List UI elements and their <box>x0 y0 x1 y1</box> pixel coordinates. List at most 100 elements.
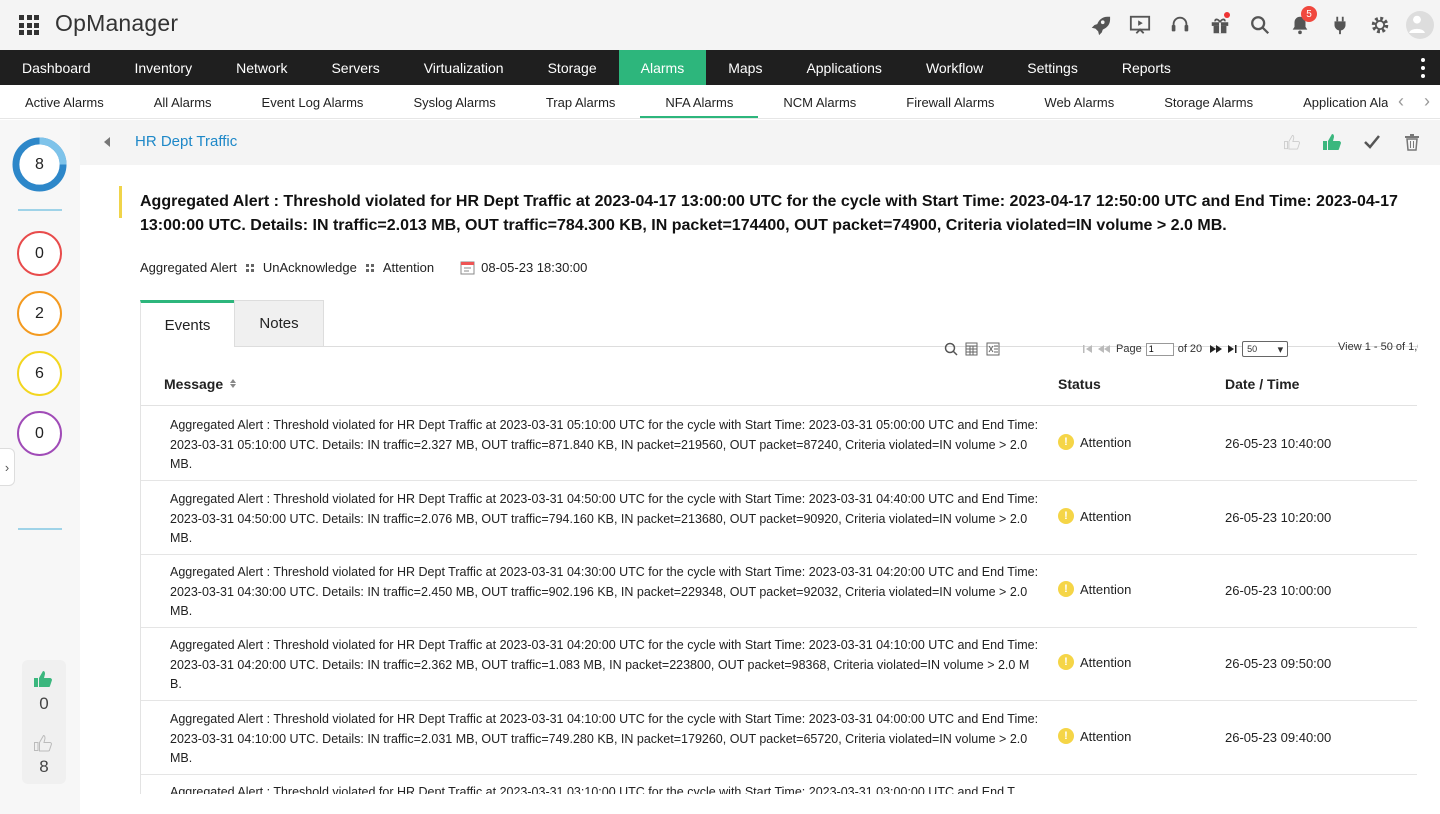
avatar-icon <box>1406 11 1434 39</box>
apps-grid-icon[interactable] <box>19 15 39 35</box>
gift-notification-dot <box>1224 12 1230 18</box>
subnav-ncm-alarms[interactable]: NCM Alarms <box>758 85 881 118</box>
service-down-count[interactable]: 0 <box>17 411 62 456</box>
rocket-icon[interactable] <box>1080 0 1120 50</box>
page-title[interactable]: HR Dept Traffic <box>135 133 237 150</box>
warning-icon: ! <box>1058 728 1074 744</box>
nav-applications[interactable]: Applications <box>784 50 904 85</box>
nav-inventory[interactable]: Inventory <box>113 50 215 85</box>
checkmark-acknowledge-icon[interactable] <box>1352 130 1392 154</box>
table-header: Message Status Date / Time <box>141 366 1417 406</box>
sidebar-divider <box>18 209 62 211</box>
subnav-event-log-alarms[interactable]: Event Log Alarms <box>237 85 389 118</box>
next-page-icon[interactable] <box>1208 341 1224 357</box>
column-chooser-icon[interactable] <box>961 341 982 357</box>
headset-icon[interactable] <box>1160 0 1200 50</box>
nav-settings[interactable]: Settings <box>1005 50 1100 85</box>
table-row[interactable]: Aggregated Alert : Threshold violated fo… <box>141 407 1417 481</box>
subnav-all-alarms[interactable]: All Alarms <box>129 85 237 118</box>
event-message: Aggregated Alert : Threshold violated fo… <box>170 785 1015 794</box>
warning-icon: ! <box>1058 581 1074 597</box>
top-header: OpManager 5 <box>0 0 1440 50</box>
column-header-datetime[interactable]: Date / Time <box>1225 376 1299 392</box>
more-menu-icon[interactable] <box>1420 58 1426 78</box>
trouble-count[interactable]: 2 <box>17 291 62 336</box>
subnav-storage-alarms[interactable]: Storage Alarms <box>1139 85 1278 118</box>
severity-indicator-bar <box>119 186 122 218</box>
notification-bell-icon[interactable]: 5 <box>1280 0 1320 50</box>
alert-datetime: 08-05-23 18:30:00 <box>481 260 588 275</box>
table-row[interactable]: Aggregated Alert : Threshold violated fo… <box>141 554 1417 628</box>
event-status: ! Attention <box>1058 654 1131 670</box>
dislikes-count: 8 <box>39 757 49 776</box>
table-row[interactable]: Aggregated Alert : Threshold violated fo… <box>141 627 1417 701</box>
table-row[interactable]: Aggregated Alert : Threshold violated fo… <box>141 774 1417 794</box>
thumbs-up-outline-icon[interactable] <box>33 734 53 752</box>
breadcrumb: HR Dept Traffic <box>80 120 1440 165</box>
subnav-scroll-controls: ‹ › <box>1388 85 1440 118</box>
subnav-syslog-alarms[interactable]: Syslog Alarms <box>388 85 520 118</box>
feedback-counts: 0 8 <box>22 660 66 784</box>
event-message: Aggregated Alert : Threshold violated fo… <box>170 638 1039 691</box>
alert-title: Aggregated Alert : Threshold violated fo… <box>140 193 1398 234</box>
presentation-play-icon[interactable] <box>1120 0 1160 50</box>
event-message: Aggregated Alert : Threshold violated fo… <box>170 418 1039 471</box>
column-header-label: Message <box>164 376 224 392</box>
alert-severity: Attention <box>382 260 435 275</box>
tab-notes[interactable]: Notes <box>234 300 324 347</box>
subnav-active-alarms[interactable]: Active Alarms <box>0 85 129 118</box>
table-row[interactable]: Aggregated Alert : Threshold violated fo… <box>141 701 1417 775</box>
nav-network[interactable]: Network <box>214 50 309 85</box>
trash-icon[interactable] <box>1392 130 1432 154</box>
alert-meta: Aggregated Alert UnAcknowledge Attention… <box>140 260 587 275</box>
detail-tabs: Events Notes <box>140 300 324 347</box>
last-page-icon[interactable] <box>1224 341 1240 357</box>
column-header-status[interactable]: Status <box>1058 376 1101 392</box>
table-row[interactable]: Aggregated Alert : Threshold violated fo… <box>141 481 1417 555</box>
nav-workflow[interactable]: Workflow <box>904 50 1005 85</box>
search-icon[interactable] <box>1240 0 1280 50</box>
column-header-message[interactable]: Message <box>164 376 237 392</box>
chevron-right-icon: › <box>4 459 10 475</box>
gift-icon[interactable] <box>1200 0 1240 50</box>
event-status: ! Attention <box>1058 434 1131 450</box>
search-icon[interactable] <box>940 341 961 357</box>
thumbs-up-icon[interactable] <box>33 670 53 688</box>
nav-storage[interactable]: Storage <box>526 50 619 85</box>
warning-icon: ! <box>1058 434 1074 450</box>
critical-count[interactable]: 0 <box>17 231 62 276</box>
subnav-nfa-alarms[interactable]: NFA Alarms <box>640 85 759 118</box>
subnav-firewall-alarms[interactable]: Firewall Alarms <box>881 85 1019 118</box>
page-size-select[interactable]: 50 <box>1242 341 1289 357</box>
tab-events[interactable]: Events <box>140 300 234 347</box>
user-avatar[interactable] <box>1400 0 1440 50</box>
settings-gear-icon[interactable] <box>1360 0 1400 50</box>
nav-maps[interactable]: Maps <box>706 50 784 85</box>
back-arrow-icon[interactable] <box>104 137 110 147</box>
nav-servers[interactable]: Servers <box>309 50 401 85</box>
export-excel-icon[interactable] <box>982 341 1003 357</box>
event-status-label: Attention <box>1080 434 1132 450</box>
nav-dashboard[interactable]: Dashboard <box>0 50 113 85</box>
sidebar-expand-toggle[interactable]: › <box>0 448 15 486</box>
event-message: Aggregated Alert : Threshold violated fo… <box>170 565 1039 618</box>
pagination: Page of 20 50 <box>1080 340 1289 358</box>
attention-count[interactable]: 6 <box>17 351 62 396</box>
nav-virtualization[interactable]: Virtualization <box>402 50 526 85</box>
page-number-input[interactable] <box>1145 342 1174 356</box>
subnav-web-alarms[interactable]: Web Alarms <box>1019 85 1139 118</box>
first-page-icon[interactable] <box>1080 341 1096 357</box>
thumbs-up-outline-icon[interactable] <box>1272 130 1312 154</box>
nav-alarms[interactable]: Alarms <box>618 50 707 85</box>
event-datetime: 26-05-23 10:00:00 <box>1225 583 1332 598</box>
notification-count-badge: 5 <box>1301 6 1317 22</box>
nav-reports[interactable]: Reports <box>1100 50 1193 85</box>
previous-page-icon[interactable] <box>1096 341 1112 357</box>
chevron-right-icon[interactable]: › <box>1424 91 1430 112</box>
chevron-left-icon[interactable]: ‹ <box>1398 91 1404 112</box>
subnav-trap-alarms[interactable]: Trap Alarms <box>521 85 641 118</box>
event-message: Aggregated Alert : Threshold violated fo… <box>170 712 1039 765</box>
sort-icon[interactable] <box>229 378 237 389</box>
plug-icon[interactable] <box>1320 0 1360 50</box>
thumbs-up-icon[interactable] <box>1312 130 1352 154</box>
